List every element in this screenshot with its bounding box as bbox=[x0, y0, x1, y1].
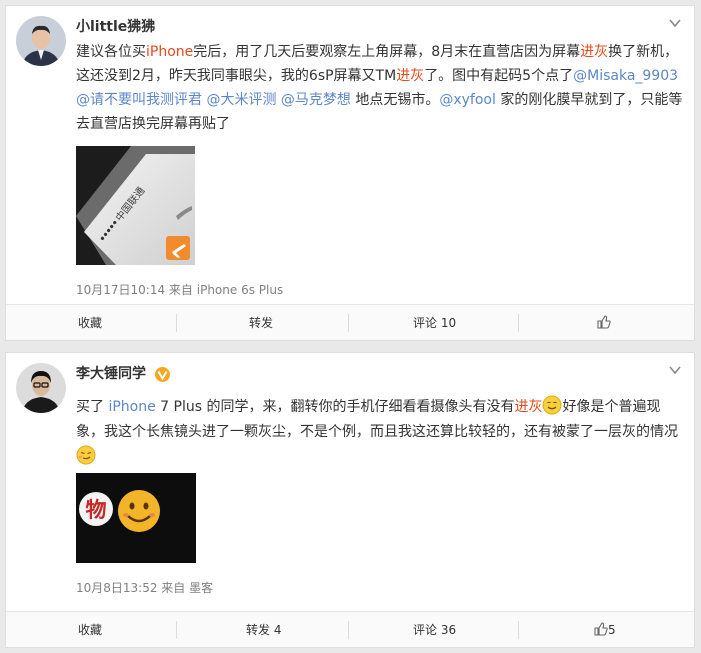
post-timestamp[interactable]: 10月17日10:14 来自 iPhone 6s Plus bbox=[76, 281, 283, 298]
divider bbox=[518, 314, 519, 332]
smile-emoji-icon bbox=[542, 395, 562, 415]
mention-link[interactable]: @请不要叫我测评君 bbox=[76, 92, 202, 108]
action-bar: 收藏 转发 4 评论 36 5 bbox=[6, 611, 694, 647]
divider bbox=[348, 314, 349, 332]
mention-link[interactable]: @Misaka_9903 bbox=[573, 68, 678, 84]
post-text-line: 这还没到2月，昨天我同事眼尖，我的6sP屏幕又TM进灰了。图中有起码5个点了@M… bbox=[76, 68, 679, 84]
sign-character: 物 bbox=[86, 498, 107, 522]
post-text-line: 买了 iPhone 7 Plus 的同学，来，翻转你的手机仔细看看摄像头有没有进… bbox=[76, 395, 660, 419]
verified-badge-icon[interactable] bbox=[155, 367, 170, 382]
thumbs-up-icon bbox=[597, 315, 611, 329]
post-photo[interactable]: 物 bbox=[76, 473, 196, 563]
keyword-link[interactable]: 进灰 bbox=[396, 68, 424, 84]
post-text-line: 去直营店换完屏幕再贴了 bbox=[76, 116, 230, 132]
repost-button[interactable]: 转发 bbox=[249, 305, 273, 341]
divider bbox=[176, 314, 177, 332]
weibo-post: 小little狒狒 建议各位买iPhone完后，用了几天后要观察左上角屏幕，8月… bbox=[5, 5, 695, 341]
username[interactable]: 小little狒狒 bbox=[76, 16, 155, 36]
thumbs-up-icon bbox=[594, 622, 608, 636]
mention-link[interactable]: @马克梦想 bbox=[281, 92, 351, 108]
post-photo[interactable]: 中国联通 bbox=[76, 146, 195, 265]
keyword-link[interactable]: 进灰 bbox=[580, 44, 608, 60]
avatar[interactable] bbox=[16, 16, 66, 66]
keyword-link[interactable]: iPhone bbox=[146, 44, 193, 60]
action-bar: 收藏 转发 评论 10 bbox=[6, 304, 694, 340]
comment-button[interactable]: 评论 10 bbox=[413, 305, 456, 341]
smirk-emoji-icon bbox=[76, 445, 96, 465]
favorite-button[interactable]: 收藏 bbox=[78, 612, 102, 648]
divider bbox=[176, 621, 177, 639]
like-count: 5 bbox=[608, 623, 616, 637]
mention-link[interactable]: @大米评测 bbox=[206, 92, 276, 108]
username[interactable]: 李大锤同学 bbox=[76, 363, 146, 383]
post-text-line: @请不要叫我测评君 @大米评测 @马克梦想 地点无锡市。@xyfool 家的刚化… bbox=[76, 92, 683, 108]
chevron-down-icon[interactable] bbox=[668, 363, 682, 377]
chevron-down-icon[interactable] bbox=[668, 16, 682, 30]
post-timestamp[interactable]: 10月8日13:52 来自 墨客 bbox=[76, 579, 213, 596]
keyword-link[interactable]: 进灰 bbox=[514, 399, 542, 415]
post-text-line: 象，我这个长焦镜头进了一颗灰尘，不是个例，而且我这还算比较轻的，还有被蒙了一层灰… bbox=[76, 424, 678, 440]
like-button[interactable] bbox=[597, 305, 611, 341]
favorite-button[interactable]: 收藏 bbox=[78, 305, 102, 341]
divider bbox=[348, 621, 349, 639]
post-text-line: 建议各位买iPhone完后，用了几天后要观察左上角屏幕，8月末在直营店因为屏幕进… bbox=[76, 44, 679, 60]
repost-button[interactable]: 转发 4 bbox=[246, 612, 281, 648]
mention-link[interactable]: @xyfool bbox=[439, 92, 496, 108]
divider bbox=[518, 621, 519, 639]
weibo-post: 李大锤同学 买了 iPhone 7 Plus 的同学，来，翻转你的手机仔细看看摄… bbox=[5, 352, 695, 648]
keyword-link[interactable]: iPhone bbox=[108, 399, 155, 415]
avatar[interactable] bbox=[16, 363, 66, 413]
post-text-line bbox=[76, 445, 96, 469]
comment-button[interactable]: 评论 36 bbox=[413, 612, 456, 648]
like-button[interactable]: 5 bbox=[594, 612, 616, 648]
